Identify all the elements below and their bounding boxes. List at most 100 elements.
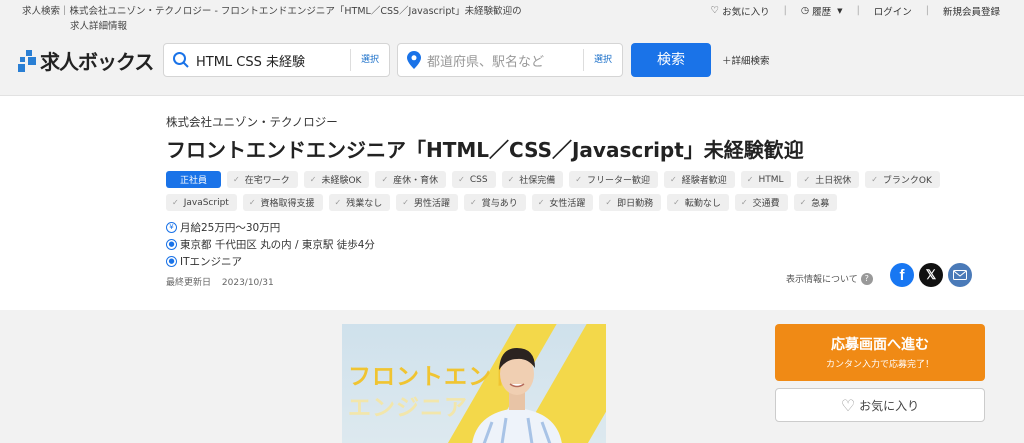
updated-date: 2023/10/31	[221, 278, 274, 288]
tag-label: 女性活躍	[549, 199, 586, 209]
feature-tag[interactable]: ✓ 残業なし	[328, 194, 391, 211]
location-text: 東京都 千代田区 丸の内 / 東京駅 徒歩4分	[180, 239, 375, 251]
mail-share-icon[interactable]	[948, 263, 972, 287]
job-summary-card: 株式会社ユニゾン・テクノロジー フロントエンドエンジニア「HTML／CSS／Ja…	[0, 96, 1024, 310]
check-icon: ✓	[248, 198, 256, 207]
favorites-link[interactable]: ♡ お気に入り	[711, 4, 770, 18]
feature-tag[interactable]: ✓ 経験者歓迎	[664, 171, 735, 188]
register-link[interactable]: 新規会員登録	[943, 4, 1000, 18]
tag-label: 資格取得支援	[260, 199, 315, 209]
feature-tag[interactable]: ✓ 産休・育休	[375, 171, 447, 188]
apply-button-sublabel: カンタン入力で応募完了！	[825, 360, 934, 370]
feature-tag[interactable]: ✓ 男性活躍	[396, 194, 458, 211]
company-name[interactable]: 株式会社ユニゾン・テクノロジー	[166, 114, 338, 130]
divider: |	[783, 5, 787, 16]
person-photo	[472, 348, 562, 443]
breadcrumb-text-cont: 求人詳細情報	[70, 21, 128, 32]
check-icon: ✓	[670, 175, 677, 184]
add-favorite-button[interactable]: ♡ お気に入り	[775, 388, 985, 422]
job-tags: 正社員 ✓ 在宅ワーク ✓ 未経験OK ✓ 産休・育休 ✓ CSS ✓ 社保完備 ✓ フリーター歓迎 ✓…	[166, 171, 966, 217]
tag-label: CSS	[469, 174, 488, 185]
detailed-search-link[interactable]: ＋詳細検索	[722, 53, 770, 67]
feature-tag[interactable]: ✓ ブランクOK	[865, 171, 940, 188]
updated-label: 最終更新日	[166, 278, 212, 288]
login-link[interactable]: ログイン	[874, 4, 912, 18]
tag-row: ✓ JavaScript ✓ 資格取得支援 ✓ 残業なし ✓ 男性活躍 ✓ 賞与あり ✓ 女性活躍 ✓ 即…	[166, 194, 966, 211]
job-image: フロントエンド エンジニア	[342, 324, 606, 443]
check-icon: ✓	[799, 198, 807, 207]
promo-text: エンジニア	[348, 395, 468, 421]
check-icon: ✓	[673, 198, 680, 207]
logo-text: 求人ボックス	[40, 50, 154, 74]
facebook-share-icon[interactable]: f	[890, 263, 914, 287]
category-info: ● ITエンジニア	[166, 254, 242, 269]
tag-label: 在宅ワーク	[244, 176, 290, 186]
display-info-link[interactable]: 表示情報について ?	[786, 272, 873, 285]
salary-text: 月給25万円〜30万円	[180, 222, 281, 234]
pin-icon: ●	[166, 239, 177, 250]
tag-label: ブランクOK	[882, 176, 932, 186]
feature-tag[interactable]: ✓ 急募	[793, 194, 838, 211]
area-search-field[interactable]: 都道府県、駅名など 選択	[397, 43, 623, 77]
tag-label: 残業なし	[346, 199, 383, 209]
person-icon: ●	[166, 256, 177, 267]
keyword-select-button[interactable]: 選択	[349, 49, 389, 71]
breadcrumb-text[interactable]: 求人検索｜株式会社ユニゾン・テクノロジー - フロントエンドエンジニア「HTML…	[22, 6, 522, 17]
x-share-icon[interactable]: 𝕏	[919, 263, 943, 287]
check-icon: ✓	[605, 198, 613, 207]
category-text: ITエンジニア	[180, 256, 243, 268]
check-icon: ✓	[871, 175, 878, 184]
check-icon: ✓	[381, 175, 389, 184]
tag-label: 急募	[811, 199, 830, 209]
feature-tag[interactable]: ✓ フリーター歓迎	[569, 171, 659, 188]
keyword-input[interactable]: HTML CSS 未経験	[196, 51, 350, 70]
check-icon: ✓	[575, 175, 582, 184]
feature-tag[interactable]: ✓ HTML	[740, 171, 792, 188]
feature-tag[interactable]: ✓ 社保完備	[501, 171, 564, 188]
feature-tag[interactable]: ✓ 交通費	[734, 194, 788, 211]
divider: |	[925, 5, 929, 16]
tag-label: HTML	[758, 174, 784, 185]
history-link[interactable]: ◷ 履歴 ▼	[801, 4, 843, 18]
check-icon: ✓	[309, 175, 317, 184]
feature-tag[interactable]: ✓ 在宅ワーク	[227, 171, 298, 188]
feature-tag[interactable]: ✓ 未経験OK	[303, 171, 370, 188]
top-nav: ♡ お気に入り | ◷ 履歴 ▼ | ログイン | 新規会員登録	[711, 3, 1000, 18]
keyword-search-field[interactable]: HTML CSS 未経験 選択	[163, 43, 390, 77]
check-icon: ✓	[233, 175, 240, 184]
check-icon: ✓	[172, 198, 179, 207]
tag-label: 経験者歓迎	[681, 176, 727, 186]
employment-type-badge: 正社員	[166, 171, 222, 188]
tag-label: 社保完備	[519, 176, 556, 186]
location-info: ● 東京都 千代田区 丸の内 / 東京駅 徒歩4分	[166, 237, 375, 252]
yen-icon: ¥	[166, 222, 177, 233]
area-select-button[interactable]: 選択	[582, 49, 622, 71]
apply-button-label: 応募画面へ進む	[831, 337, 929, 353]
feature-tag[interactable]: ✓ 賞与あり	[463, 194, 526, 211]
history-label: 履歴	[812, 6, 832, 18]
tag-row: 正社員 ✓ 在宅ワーク ✓ 未経験OK ✓ 産休・育休 ✓ CSS ✓ 社保完備 ✓ フリーター歓迎 ✓…	[166, 171, 966, 188]
feature-tag[interactable]: ✓ 転勤なし	[667, 194, 729, 211]
favorites-label: お気に入り	[722, 6, 770, 18]
feature-tag[interactable]: ✓ CSS	[452, 171, 496, 188]
clock-icon: ◷	[800, 5, 810, 16]
feature-tag[interactable]: ✓ 女性活躍	[531, 194, 594, 211]
tag-label: 賞与あり	[481, 199, 518, 209]
area-input[interactable]: 都道府県、駅名など	[427, 51, 583, 70]
site-logo[interactable]: 求人ボックス	[18, 46, 154, 75]
search-button[interactable]: 検索	[631, 43, 711, 77]
feature-tag[interactable]: ✓ JavaScript	[166, 194, 237, 211]
feature-tag[interactable]: ✓ 即日勤務	[599, 194, 662, 211]
feature-tag[interactable]: ✓ 資格取得支援	[242, 194, 323, 211]
feature-tag[interactable]: ✓ 土日祝休	[797, 171, 860, 188]
check-icon: ✓	[537, 198, 545, 207]
site-header: 求人検索｜株式会社ユニゾン・テクノロジー - フロントエンドエンジニア「HTML…	[0, 0, 1024, 96]
check-icon: ✓	[458, 175, 465, 184]
apply-button[interactable]: 応募画面へ進む カンタン入力で応募完了！	[775, 324, 985, 381]
check-icon: ✓	[740, 198, 748, 207]
check-icon: ✓	[469, 198, 477, 207]
heart-icon: ♡	[710, 5, 720, 16]
last-updated: 最終更新日 2023/10/31	[166, 275, 274, 288]
heart-icon: ♡	[840, 395, 856, 415]
tag-label: JavaScript	[183, 197, 229, 208]
